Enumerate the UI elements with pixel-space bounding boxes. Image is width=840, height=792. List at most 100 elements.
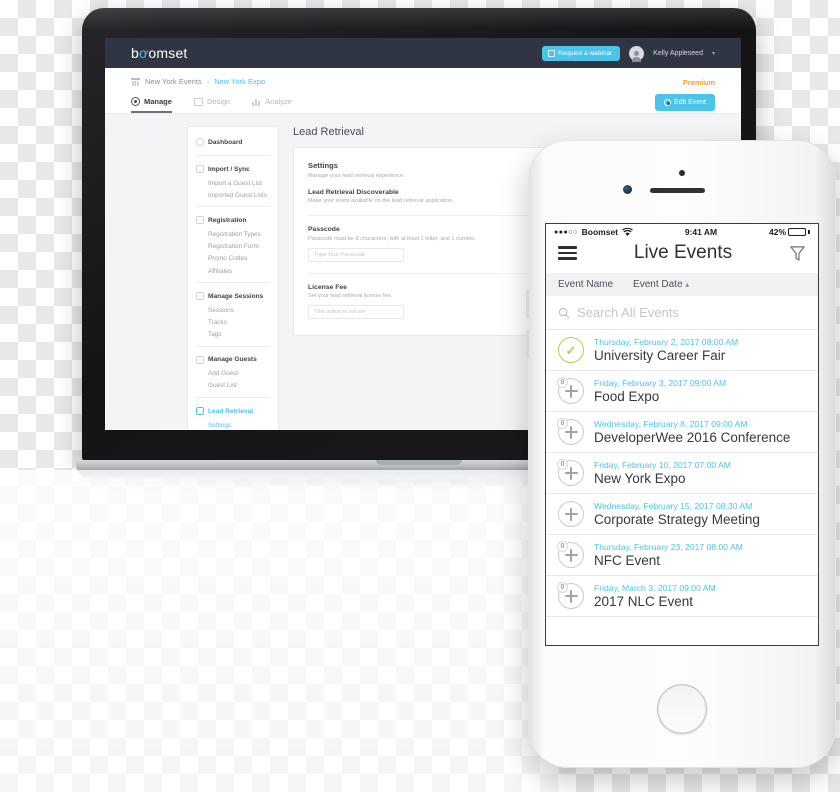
carrier-name: Boomset (581, 227, 619, 237)
breadcrumb-current[interactable]: New York Expo (214, 77, 265, 86)
filter-funnel-icon[interactable] (789, 245, 806, 262)
list-item[interactable]: 0 Friday, March 3, 2017 09:00 AM 2017 NL… (546, 576, 818, 617)
event-status-badge[interactable]: 0 (557, 459, 584, 486)
plus-icon (564, 548, 578, 562)
sidebar-group: Manage Sessions Sessions Tracks Tags (188, 288, 278, 341)
plus-icon (564, 507, 578, 521)
search-bar[interactable]: Search All Events (546, 296, 818, 330)
registration-icon (196, 216, 204, 225)
event-count-badge: 0 (557, 418, 568, 429)
sidebar-item-import-a-guest-list[interactable]: Import a Guest List (196, 177, 270, 189)
sidebar-item-guest-list[interactable]: Guest List (196, 380, 270, 392)
app-navbar: bơomset Request a webinar Kelly Applesee… (105, 38, 741, 68)
chevron-down-icon[interactable]: ▾ (712, 50, 715, 57)
sessions-icon (196, 292, 204, 301)
sidebar-item-manage-sessions[interactable]: Manage Sessions (196, 288, 270, 304)
phone-mockup: ●●●○○ Boomset 9:41 AM 42% Live Events Ev… (526, 140, 840, 780)
breadcrumb-separator: › (206, 77, 210, 86)
event-text: Thursday, February 23, 2017 08:00 AM NFC… (594, 542, 743, 568)
sidebar-nav: Dashboard Import / Sync Import a Guest L… (187, 126, 279, 430)
list-item[interactable]: 0 Thursday, February 23, 2017 08:00 AM N… (546, 535, 818, 576)
volume-down-button[interactable] (526, 330, 529, 358)
front-camera-icon (623, 185, 632, 194)
sidebar-item-registration-types[interactable]: Registration Types (196, 228, 270, 240)
sidebar-item-registration-form[interactable]: Registration Form (196, 241, 270, 253)
event-name: Food Expo (594, 389, 660, 404)
setting-text: License Fee Set your lead retrieval lice… (308, 284, 392, 300)
event-status-badge[interactable]: 0 (557, 582, 584, 609)
sidebar-item-imported-guest-lists[interactable]: Imported Guest Lists (196, 189, 270, 201)
event-text: Friday, February 10, 2017 07:00 AM New Y… (594, 460, 731, 486)
sidebar-item-tracks[interactable]: Tracks (196, 316, 270, 328)
tab-design[interactable]: Design (193, 97, 230, 106)
sidebar-item-add-guest[interactable]: Add Guest (196, 368, 270, 380)
sidebar-item-affiliates[interactable]: Affiliates (196, 265, 270, 277)
battery-indicator: 42% (769, 227, 810, 237)
sidebar-group: Lead Retrieval Settings Manage Users (188, 403, 278, 430)
request-webinar-button[interactable]: Request a webinar (541, 45, 621, 61)
volume-up-button[interactable] (526, 290, 529, 318)
divider (196, 206, 270, 208)
sidebar-item-import-sync[interactable]: Import / Sync (196, 161, 270, 177)
sidebar-item-lead-retrieval-settings[interactable]: Settings (196, 419, 270, 430)
divider (196, 282, 270, 284)
edit-event-label: Edit Event (674, 99, 706, 106)
lead-retrieval-icon (196, 407, 204, 416)
plus-icon (564, 425, 578, 439)
phone-body: ●●●○○ Boomset 9:41 AM 42% Live Events Ev… (526, 140, 836, 768)
breadcrumb-root[interactable]: New York Events (145, 77, 202, 86)
home-button[interactable] (657, 684, 707, 734)
logo-part-1: b (131, 45, 139, 61)
status-bar: ●●●○○ Boomset 9:41 AM 42% (546, 224, 818, 238)
plus-icon (564, 589, 578, 603)
event-status-badge[interactable]: 0 (557, 418, 584, 445)
status-left: ●●●○○ Boomset (554, 227, 633, 237)
setting-text: Lead Retrieval Discoverable Make your ev… (308, 189, 454, 205)
sidebar-item-manage-guests[interactable]: Manage Guests (196, 352, 270, 368)
setting-label: License Fee (308, 283, 347, 291)
monitor-icon (547, 49, 555, 57)
column-event-date[interactable]: Event Date ▴ (633, 279, 689, 290)
event-status-badge[interactable]: 0 (557, 541, 584, 568)
sidebar-item-tags[interactable]: Tags (196, 329, 270, 341)
edit-event-button[interactable]: Edit Event (655, 94, 715, 111)
sort-row: Event Name Event Date ▴ (546, 273, 818, 296)
sidebar-item-lead-retrieval[interactable]: Lead Retrieval (196, 403, 270, 419)
list-item[interactable]: ✓ Thursday, February 2, 2017 08:00 AM Un… (546, 330, 818, 371)
divider (196, 155, 270, 156)
list-item[interactable]: 0 Friday, February 10, 2017 07:00 AM New… (546, 453, 818, 494)
list-item[interactable]: 0 Friday, February 3, 2017 09:00 AM Food… (546, 371, 818, 412)
event-date: Thursday, February 2, 2017 08:00 AM (594, 337, 739, 347)
event-status-badge[interactable]: ✓ (558, 337, 584, 363)
list-item[interactable]: 0 Wednesday, February 8, 2017 09:00 AM D… (546, 412, 818, 453)
gear-icon (131, 97, 140, 106)
logo-part-2: omset (148, 45, 188, 61)
breadcrumb: New York Events › New York Expo (131, 77, 715, 86)
license-fee-input[interactable]: This option is not set (308, 305, 404, 319)
tab-analyze[interactable]: Analyze (252, 97, 292, 106)
search-input[interactable]: Search All Events (577, 305, 679, 320)
sidebar-item-registration[interactable]: Registration (196, 212, 270, 228)
passcode-input[interactable]: Type Your Passcode (308, 247, 404, 262)
column-event-name[interactable]: Event Name (558, 279, 613, 290)
sidebar-group: Dashboard (188, 134, 278, 150)
hamburger-icon[interactable] (558, 246, 577, 260)
divider (196, 397, 270, 399)
sidebar-item-dashboard[interactable]: Dashboard (196, 134, 270, 150)
tab-manage[interactable]: Manage (131, 97, 172, 113)
battery-cap (808, 230, 810, 234)
event-status-badge[interactable] (558, 501, 584, 527)
sidebar-group: Manage Guests Add Guest Guest List (188, 352, 278, 392)
event-date: Friday, February 3, 2017 09:00 AM (594, 378, 727, 388)
setting-description: Make your event available on the lead re… (308, 198, 454, 204)
event-name: University Career Fair (594, 348, 726, 363)
sidebar-item-promo-codes[interactable]: Promo Codes (196, 253, 270, 265)
sidebar-item-sessions[interactable]: Sessions (196, 304, 270, 316)
list-item[interactable]: Wednesday, February 15, 2017 08:30 AM Co… (546, 494, 818, 535)
boomset-logo[interactable]: bơomset (131, 45, 188, 61)
event-status-badge[interactable]: 0 (557, 377, 584, 404)
avatar[interactable] (629, 45, 645, 62)
passcode-placeholder: Type Your Passcode (314, 251, 366, 258)
tab-analyze-label: Analyze (265, 97, 292, 106)
setting-text: Passcode Passcode must be 8 characters, … (308, 226, 476, 242)
